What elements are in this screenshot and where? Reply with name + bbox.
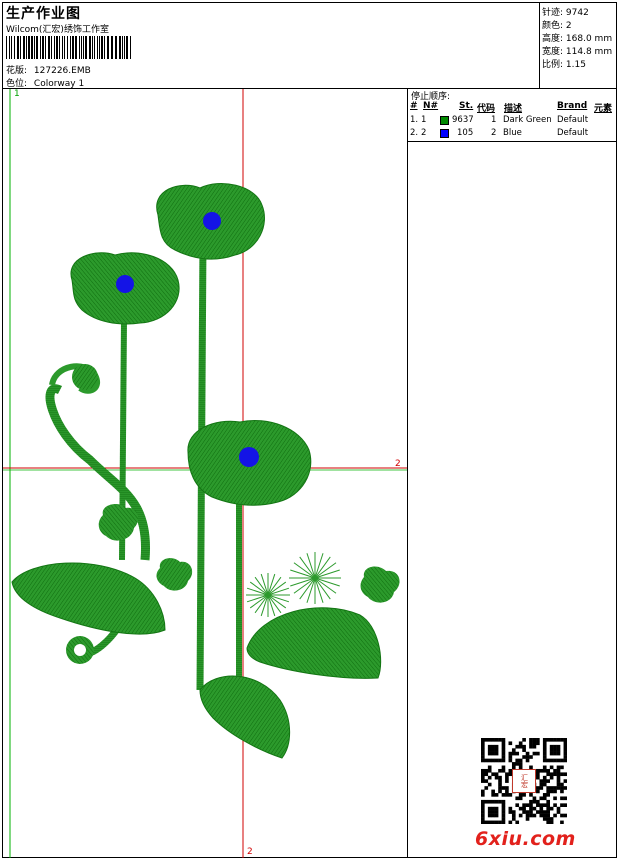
flower-upper-left [70, 252, 180, 325]
axis-marker-right: 2 [395, 459, 401, 469]
qr-center-stamp: 汇宏 [512, 769, 536, 793]
watermark-text: 6xiu.com [475, 828, 576, 850]
qr-code: 汇宏 [481, 738, 568, 825]
lower-curl [66, 636, 94, 664]
axis-marker-bottom: 2 [247, 847, 253, 857]
flower-middle-right [187, 419, 312, 506]
design-canvas [3, 89, 407, 858]
starburst-sprays [246, 552, 341, 617]
axis-marker-top: 1 [14, 89, 20, 99]
flower-upper-center [156, 183, 265, 260]
